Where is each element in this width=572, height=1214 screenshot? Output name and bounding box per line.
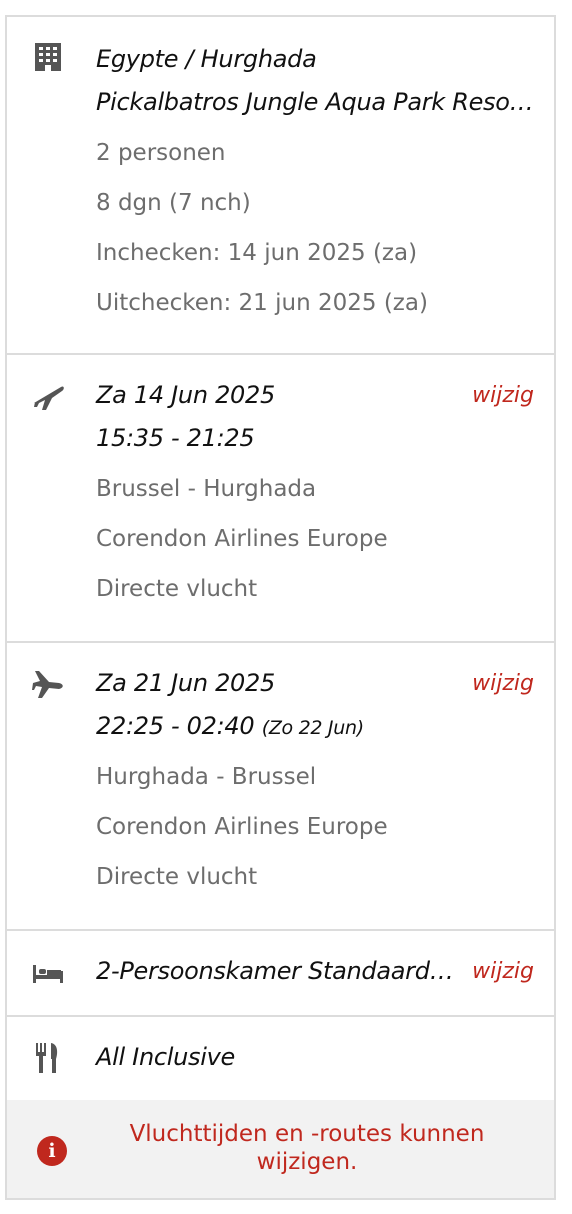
board-section: All Inclusive bbox=[7, 1017, 554, 1102]
plane-arrival-icon bbox=[31, 667, 65, 701]
stay-duration: 8 dgn (7 nch) bbox=[96, 190, 251, 216]
return-airline: Corendon Airlines Europe bbox=[96, 814, 388, 840]
outbound-flight-section: Za 14 Jun 2025 wijzig 15:35 - 21:25 Brus… bbox=[7, 355, 554, 643]
return-date: Za 21 Jun 2025 bbox=[96, 669, 275, 697]
change-room-link[interactable]: wijzig bbox=[472, 959, 534, 984]
hotel-section: Egypte / Hurghada Pickalbatros Jungle Aq… bbox=[7, 17, 554, 355]
board-type: All Inclusive bbox=[96, 1043, 235, 1071]
hotel-name: Pickalbatros Jungle Aqua Park Reso… bbox=[96, 88, 534, 116]
outbound-date: Za 14 Jun 2025 bbox=[96, 381, 275, 409]
outbound-time: 15:35 - 21:25 bbox=[96, 424, 255, 452]
return-arrival-note: (Zo 22 Jun) bbox=[261, 717, 364, 739]
flight-change-notice: i Vluchttijden en -routes kunnen wijzige… bbox=[7, 1100, 554, 1198]
outbound-flight-type: Directe vlucht bbox=[96, 576, 258, 602]
return-time-row: 22:25 - 02:40 (Zo 22 Jun) bbox=[96, 712, 364, 740]
checkout-date: Uitchecken: 21 jun 2025 (za) bbox=[96, 290, 428, 316]
booking-summary-card: Egypte / Hurghada Pickalbatros Jungle Aq… bbox=[5, 15, 556, 1200]
persons-count: 2 personen bbox=[96, 140, 226, 166]
room-type: 2-Persoonskamer Standaard (… bbox=[96, 957, 458, 985]
hotel-destination: Egypte / Hurghada bbox=[96, 45, 317, 73]
checkin-date: Inchecken: 14 jun 2025 (za) bbox=[96, 240, 418, 266]
plane-departure-icon bbox=[31, 379, 65, 413]
info-icon: i bbox=[37, 1136, 67, 1166]
building-icon bbox=[31, 41, 65, 75]
outbound-airline: Corendon Airlines Europe bbox=[96, 526, 388, 552]
return-time: 22:25 - 02:40 bbox=[96, 712, 255, 740]
change-outbound-link[interactable]: wijzig bbox=[472, 383, 534, 408]
return-route: Hurghada - Brussel bbox=[96, 764, 317, 790]
return-flight-type: Directe vlucht bbox=[96, 864, 258, 890]
outbound-route: Brussel - Hurghada bbox=[96, 476, 317, 502]
notice-message: Vluchttijden en -routes kunnen wijzigen. bbox=[129, 1121, 485, 1175]
bed-icon bbox=[31, 957, 65, 991]
return-flight-section: Za 21 Jun 2025 wijzig 22:25 - 02:40 (Zo … bbox=[7, 643, 554, 931]
change-return-link[interactable]: wijzig bbox=[472, 671, 534, 696]
cutlery-icon bbox=[31, 1041, 65, 1075]
room-section: 2-Persoonskamer Standaard (… wijzig bbox=[7, 931, 554, 1017]
